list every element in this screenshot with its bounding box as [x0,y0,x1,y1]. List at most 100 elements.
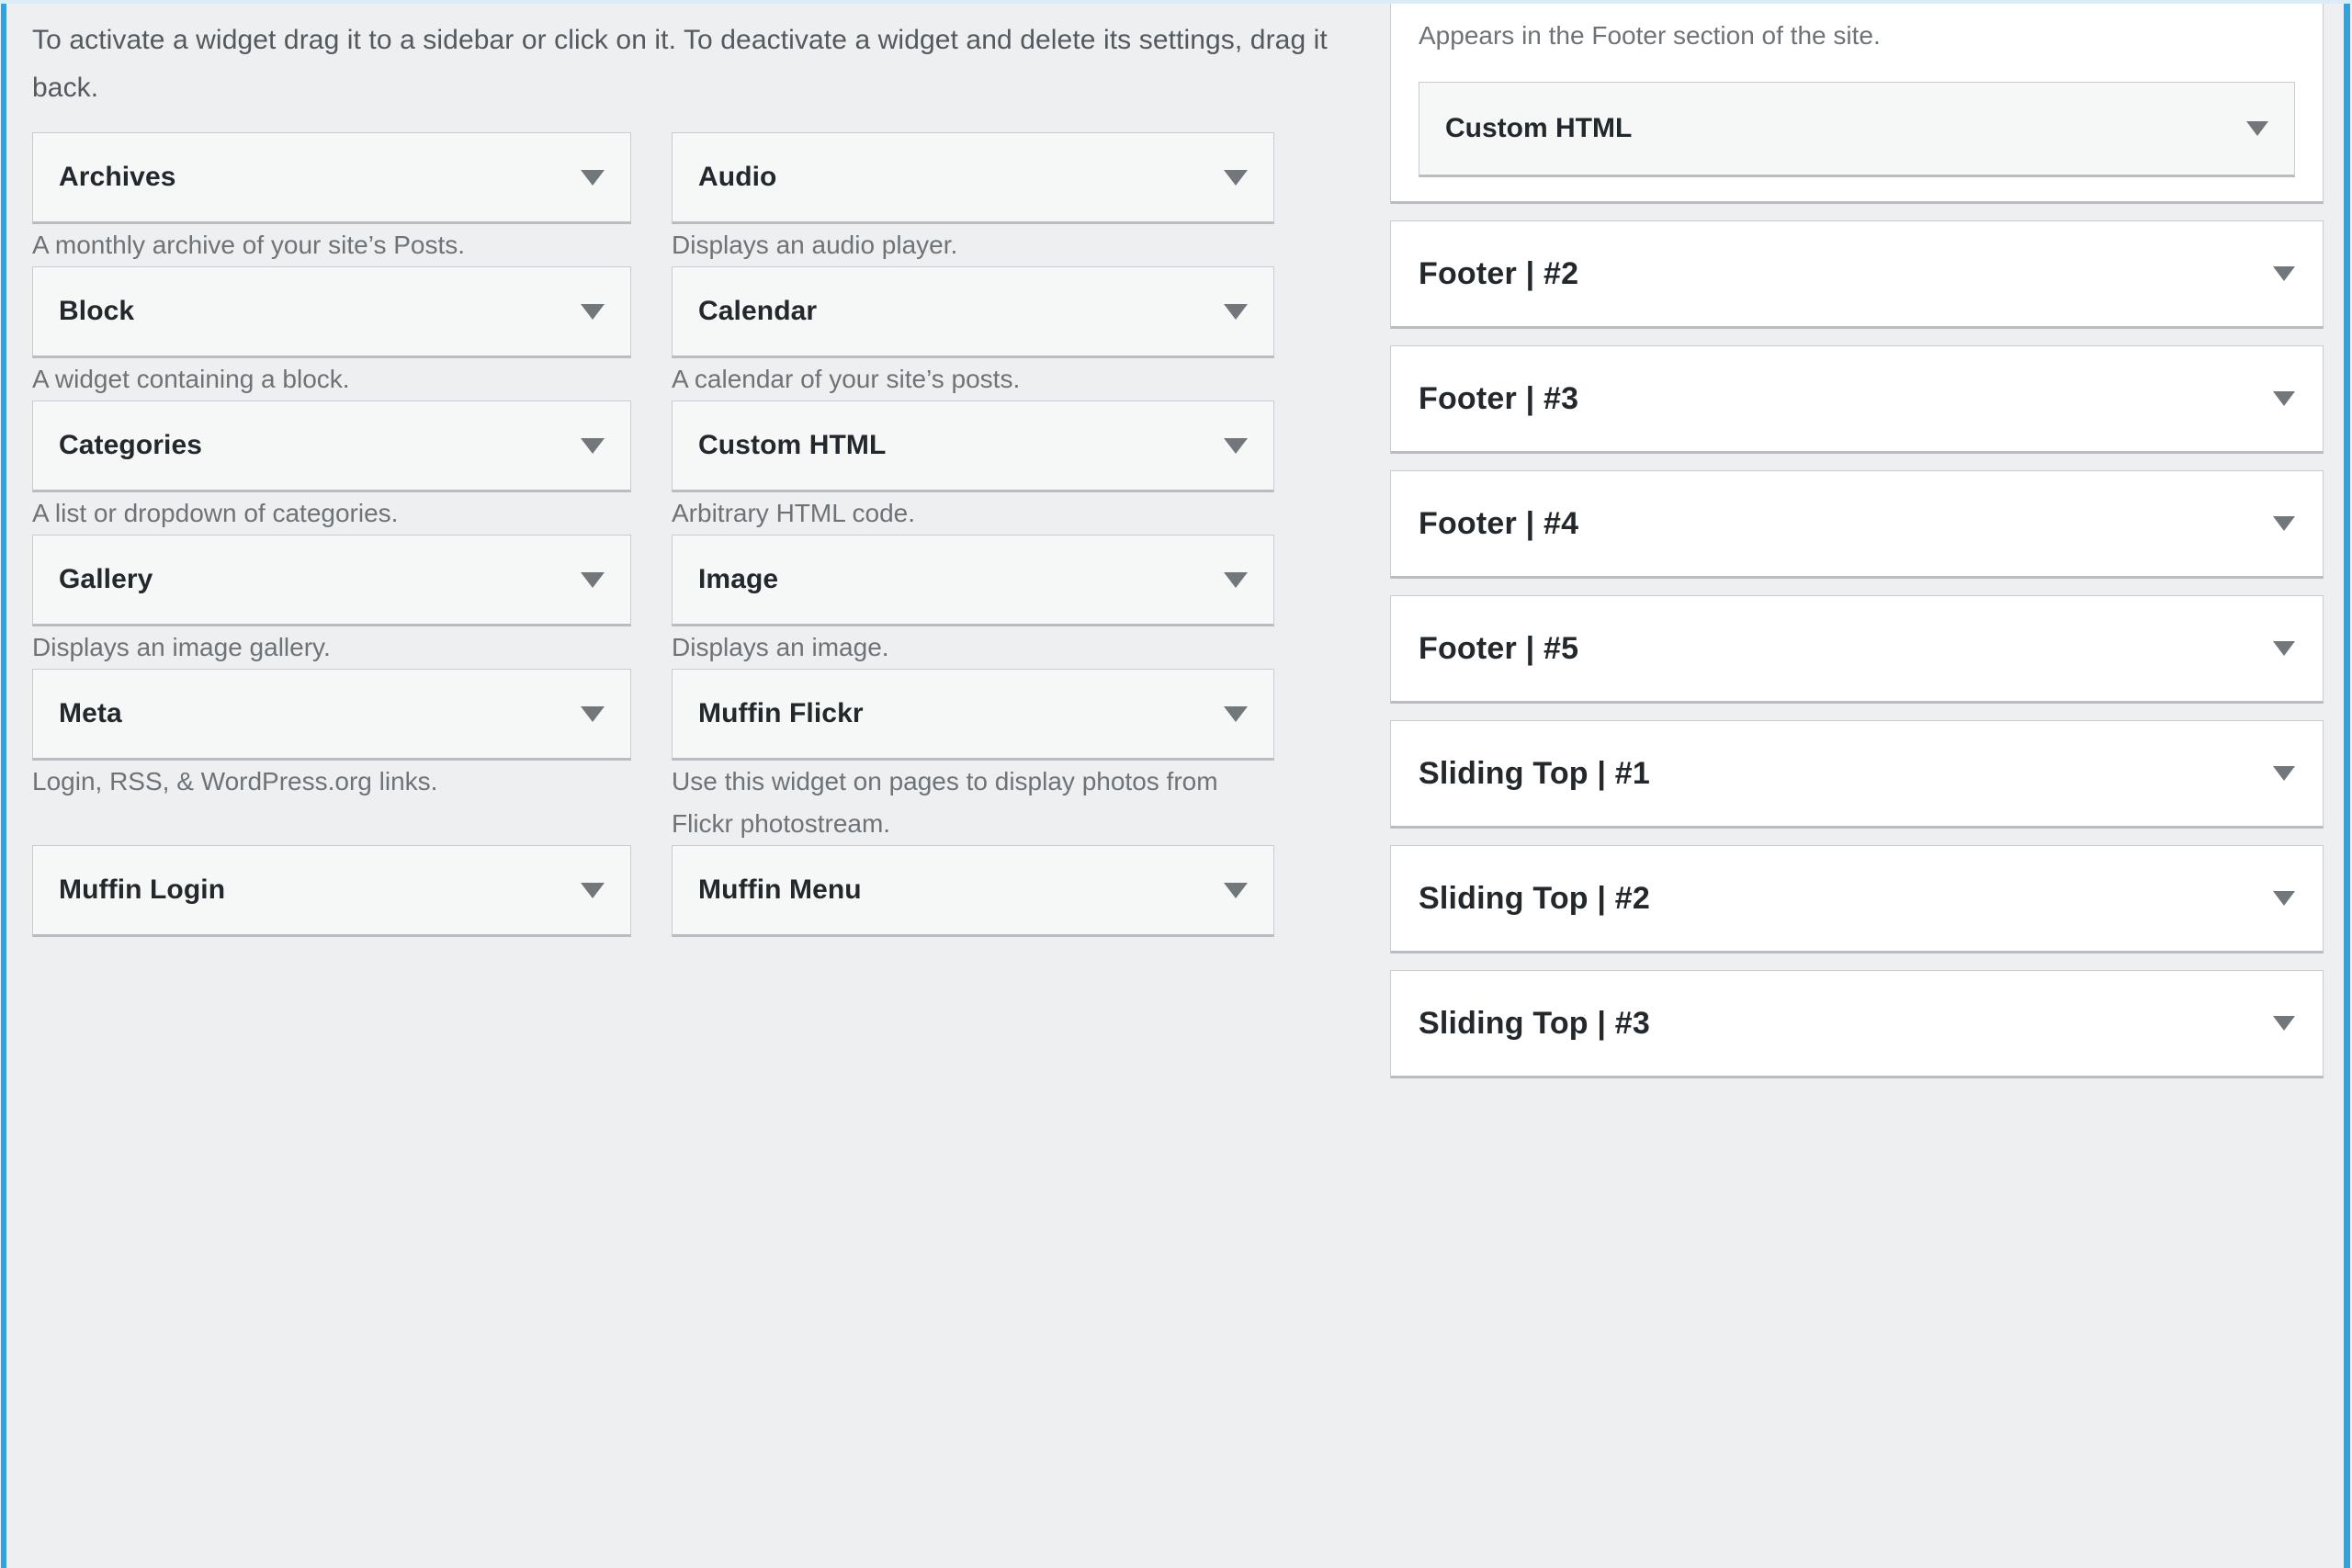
widget-desc-cell: A monthly archive of your site’s Posts. [6,224,650,266]
widget-cell: Muffin Flickr [650,669,1293,761]
widget-card-calendar[interactable]: Calendar [672,266,1274,358]
chevron-down-icon[interactable] [2273,1016,2295,1031]
chevron-down-icon[interactable] [581,571,605,588]
widget-row: Archives Audio [6,132,1392,224]
widget-cell: Block [6,266,650,358]
chevron-down-icon[interactable] [2273,391,2295,406]
placed-widget-custom-html[interactable]: Custom HTML [1419,82,2295,177]
widget-card-title: Meta [59,698,122,728]
chevron-down-icon[interactable] [2246,121,2268,136]
widget-description: Displays an audio player. [672,231,958,259]
widget-description: Displays an image. [672,633,889,661]
widget-card-muffin-login[interactable]: Muffin Login [32,845,631,937]
widget-card-image[interactable]: Image [672,535,1274,626]
widget-card-block[interactable]: Block [32,266,631,358]
widget-card-title: Archives [59,162,176,192]
widget-cell: Muffin Login [6,845,650,937]
widget-desc-cell: Displays an image. [650,626,1293,669]
widget-card-title: Muffin Flickr [698,698,864,728]
chevron-down-icon[interactable] [581,303,605,320]
chevron-down-icon[interactable] [1224,705,1248,722]
widget-cell: Muffin Menu [650,845,1293,937]
widget-desc-cell: A calendar of your site’s posts. [650,358,1293,400]
sidebar-sliding-top-1[interactable]: Sliding Top | #1 [1390,720,2324,829]
widgets-admin-page: To activate a widget drag it to a sideba… [0,0,2352,1568]
sidebar-description: Appears in the Footer section of the sit… [1419,21,1881,50]
widget-card-title: Audio [698,162,777,192]
placed-widget-title: Custom HTML [1445,113,1633,143]
widget-description: A calendar of your site’s posts. [672,365,1021,393]
widget-row: Gallery Image [6,535,1392,626]
available-widgets-grid: Archives Audio A monthly archive of your… [6,132,1392,937]
widget-description: Displays an image gallery. [32,633,331,661]
widget-card-audio[interactable]: Audio [672,132,1274,224]
widget-card-meta[interactable]: Meta [32,669,631,761]
widget-card-archives[interactable]: Archives [32,132,631,224]
chevron-down-icon[interactable] [1224,437,1248,454]
widget-row: Muffin Login Muffin Menu [6,845,1392,937]
widget-card-custom-html[interactable]: Custom HTML [672,400,1274,492]
widget-desc-cell: Use this widget on pages to display phot… [650,761,1293,845]
widget-desc-cell: A list or dropdown of categories. [6,492,650,535]
chevron-down-icon[interactable] [1224,169,1248,186]
sidebar-sliding-top-3[interactable]: Sliding Top | #3 [1390,970,2324,1078]
widget-card-gallery[interactable]: Gallery [32,535,631,626]
widget-cell: Calendar [650,266,1293,358]
widget-desc-cell: A widget containing a block. [6,358,650,400]
chevron-down-icon[interactable] [581,169,605,186]
chevron-down-icon[interactable] [1224,882,1248,898]
widget-row: Categories Custom HTML [6,400,1392,492]
sidebar-title: Footer | #4 [1419,505,1579,541]
widget-desc-row: A widget containing a block. A calendar … [6,358,1392,400]
widget-desc-cell: Displays an audio player. [650,224,1293,266]
widget-card-title: Custom HTML [698,430,887,460]
widget-description: Login, RSS, & WordPress.org links. [32,767,438,795]
sidebar-footer-3[interactable]: Footer | #3 [1390,345,2324,454]
sidebar-header[interactable]: Footer | #4 [1391,471,2323,576]
widget-row: Block Calendar [6,266,1392,358]
sidebar-header[interactable]: Footer | #5 [1391,596,2323,701]
sidebar-title: Sliding Top | #1 [1419,755,1650,791]
sidebar-title: Footer | #5 [1419,630,1579,666]
widget-cell: Audio [650,132,1293,224]
chevron-down-icon[interactable] [2273,766,2295,781]
widget-card-title: Categories [59,430,203,460]
widget-card-muffin-flickr[interactable]: Muffin Flickr [672,669,1274,761]
widget-card-title: Image [698,564,779,594]
widget-desc-row: Login, RSS, & WordPress.org links. Use t… [6,761,1392,845]
sidebar-header[interactable]: Footer | #3 [1391,346,2323,451]
widget-description: A list or dropdown of categories. [32,499,399,527]
sidebar-title: Footer | #2 [1419,255,1579,291]
widget-description: A monthly archive of your site’s Posts. [32,231,466,259]
chevron-down-icon[interactable] [2273,641,2295,656]
right-accent-border [2344,4,2350,1568]
widget-desc-row: A list or dropdown of categories. Arbitr… [6,492,1392,535]
chevron-down-icon[interactable] [1224,303,1248,320]
sidebar-header[interactable]: Footer | #2 [1391,221,2323,326]
widget-desc-row: A monthly archive of your site’s Posts. … [6,224,1392,266]
widget-desc-cell: Arbitrary HTML code. [650,492,1293,535]
sidebar-footer-1-open: Appears in the Footer section of the sit… [1390,4,2324,204]
chevron-down-icon[interactable] [2273,266,2295,281]
sidebar-footer-5[interactable]: Footer | #5 [1390,595,2324,704]
widget-cell: Custom HTML [650,400,1293,492]
widget-card-muffin-menu[interactable]: Muffin Menu [672,845,1274,937]
available-widgets-panel: To activate a widget drag it to a sideba… [6,4,1392,1568]
chevron-down-icon[interactable] [2273,891,2295,906]
sidebar-header[interactable]: Sliding Top | #2 [1391,846,2323,951]
chevron-down-icon[interactable] [581,882,605,898]
sidebar-title: Sliding Top | #3 [1419,1005,1650,1041]
chevron-down-icon[interactable] [2273,516,2295,531]
sidebar-footer-4[interactable]: Footer | #4 [1390,470,2324,579]
widget-desc-cell: Displays an image gallery. [6,626,650,669]
sidebar-sliding-top-2[interactable]: Sliding Top | #2 [1390,845,2324,953]
sidebar-header[interactable]: Sliding Top | #1 [1391,721,2323,826]
chevron-down-icon[interactable] [581,437,605,454]
widget-card-title: Gallery [59,564,153,594]
widget-card-categories[interactable]: Categories [32,400,631,492]
chevron-down-icon[interactable] [1224,571,1248,588]
widget-desc-cell: Login, RSS, & WordPress.org links. [6,761,650,845]
sidebar-header[interactable]: Sliding Top | #3 [1391,971,2323,1076]
sidebar-footer-2[interactable]: Footer | #2 [1390,220,2324,329]
chevron-down-icon[interactable] [581,705,605,722]
